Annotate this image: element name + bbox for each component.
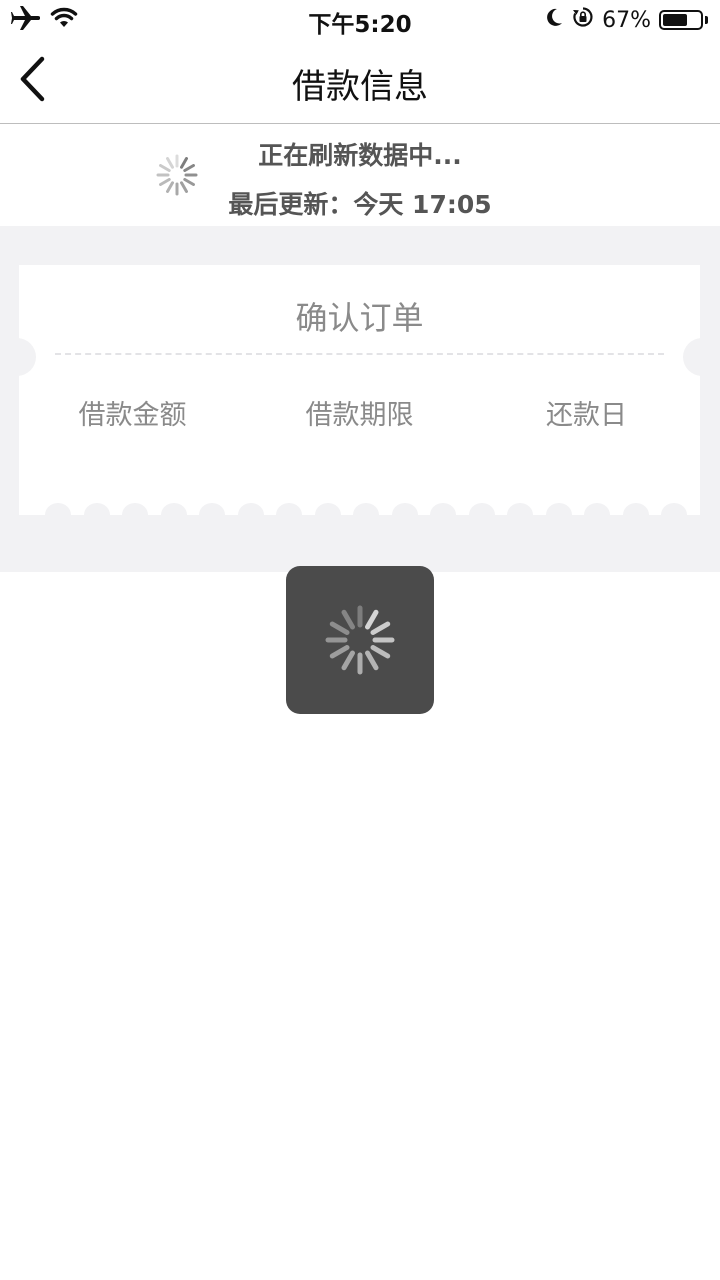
order-title: 确认订单 xyxy=(295,299,424,337)
last-updated-text: 最后更新：今天 17:05 xyxy=(228,190,492,219)
spinner-spoke xyxy=(183,178,195,186)
spinner-spoke xyxy=(365,609,379,630)
status-right: 67% xyxy=(544,6,708,34)
scallop xyxy=(430,503,456,515)
scallop xyxy=(276,503,302,515)
spinner-spoke xyxy=(370,621,391,635)
spinner-spoke xyxy=(365,650,379,671)
refresh-status-text: 正在刷新数据中... xyxy=(258,141,462,170)
scallop xyxy=(83,503,110,515)
scallop xyxy=(160,503,187,515)
scallop xyxy=(622,503,649,515)
scallop xyxy=(661,503,687,515)
rotation-lock-icon xyxy=(572,6,594,34)
scallop xyxy=(314,503,341,515)
loading-spinner-icon xyxy=(325,605,395,675)
scallop xyxy=(391,503,418,515)
scallop xyxy=(507,503,533,515)
scallop xyxy=(199,503,225,515)
spinner-spoke xyxy=(329,621,350,635)
moon-icon xyxy=(544,7,564,33)
refresh-header: 正在刷新数据中... 最后更新：今天 17:05 xyxy=(0,124,720,226)
scallop xyxy=(545,503,572,515)
battery-fill xyxy=(663,14,688,26)
loading-hud xyxy=(286,566,434,714)
scallop xyxy=(237,503,264,515)
spinner-spoke xyxy=(341,609,355,630)
spinner-spoke xyxy=(341,650,355,671)
page-title: 借款信息 xyxy=(292,67,428,107)
scallop xyxy=(122,503,148,515)
repayment-date-label: 还款日 xyxy=(546,400,627,431)
battery-icon xyxy=(659,10,703,30)
battery-percent: 67% xyxy=(602,7,651,33)
ticket-notch-left xyxy=(19,338,36,376)
navigation-bar: 借款信息 xyxy=(0,40,720,124)
scallop xyxy=(45,503,71,515)
ticket-scallop-edge xyxy=(19,503,700,515)
dashed-divider xyxy=(55,353,664,355)
scallop xyxy=(584,503,610,515)
loan-amount-label: 借款金额 xyxy=(78,400,187,431)
spinner-spoke xyxy=(159,178,171,186)
battery-cap xyxy=(705,16,708,24)
loan-term-label: 借款期限 xyxy=(305,400,414,431)
ticket-notch-right xyxy=(683,338,700,376)
spinner-spoke xyxy=(370,645,391,659)
order-ticket-card: 确认订单 借款金额 借款期限 还款日 xyxy=(19,265,700,515)
order-labels-row: 借款金额 借款期限 还款日 xyxy=(19,393,700,432)
status-bar: 下午5:20 67% xyxy=(0,0,720,40)
content-area: 确认订单 借款金额 借款期限 还款日 xyxy=(0,226,720,572)
scallop xyxy=(468,503,495,515)
spinner-spoke xyxy=(329,645,350,659)
scallop xyxy=(353,503,379,515)
